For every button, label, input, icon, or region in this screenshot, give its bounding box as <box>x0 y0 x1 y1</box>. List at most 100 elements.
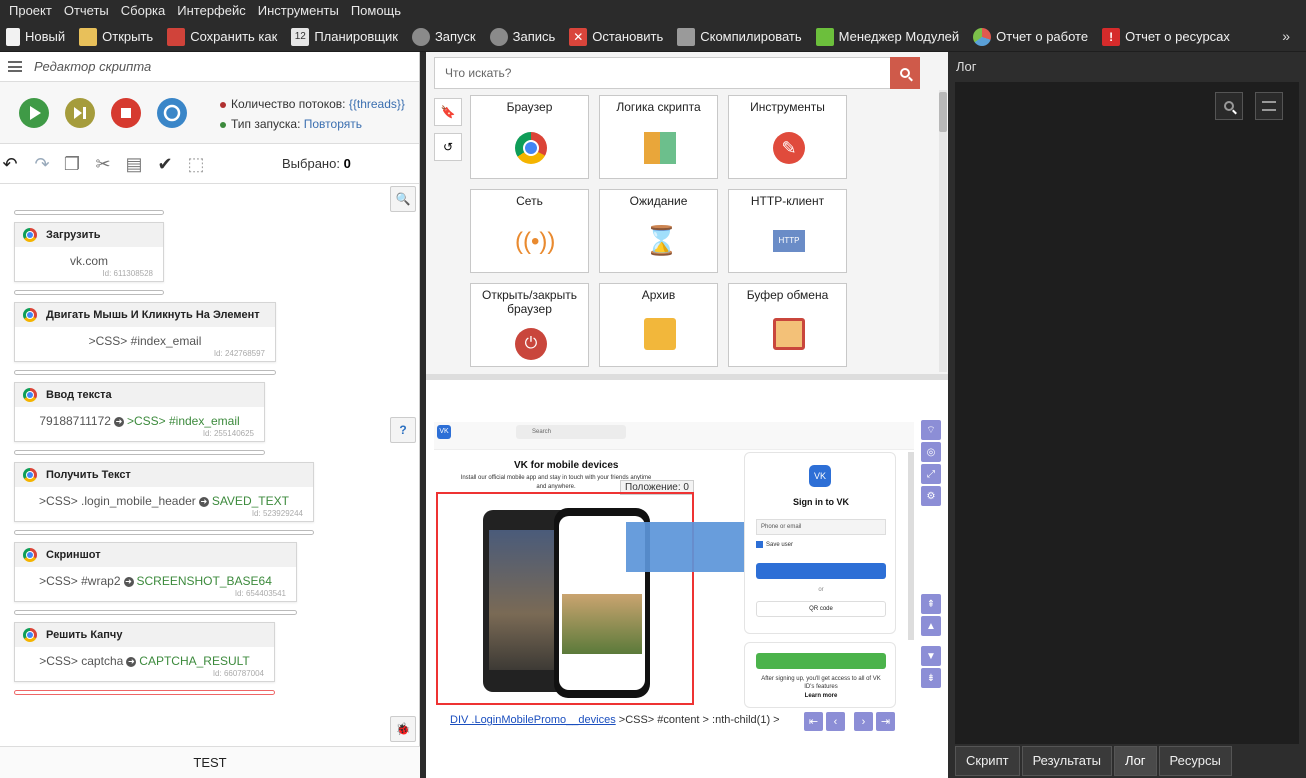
chrome-icon <box>23 548 37 562</box>
block-solve-captcha[interactable]: Решить Капчу >CSS> captcha ➜ CAPTCHA_RESUL… <box>14 622 275 682</box>
log-search-button[interactable] <box>1215 92 1243 120</box>
compile-button[interactable]: Скомпилировать <box>677 27 802 46</box>
card-clipboard[interactable]: Буфер обмена <box>728 283 847 367</box>
vk-search-input[interactable]: Search <box>516 425 626 439</box>
menu-help[interactable]: Помощь <box>345 0 407 22</box>
history-icon[interactable]: ↺ <box>434 133 462 161</box>
cut-icon[interactable]: ✂ <box>93 154 113 174</box>
menu-interface[interactable]: Интерфейс <box>171 0 251 22</box>
bug-icon[interactable]: 🐞 <box>390 716 416 742</box>
vk-header <box>434 422 914 450</box>
card-open-close-browser[interactable]: Открыть/закрыть браузер ⏻ <box>470 283 589 367</box>
card-tools[interactable]: Инструменты ✎ <box>728 95 847 179</box>
tab-script[interactable]: Скрипт <box>955 746 1020 776</box>
menu-reports[interactable]: Отчеты <box>58 0 115 22</box>
stop-icon[interactable] <box>111 98 141 128</box>
block-separator <box>14 610 297 615</box>
log-menu-button[interactable] <box>1255 92 1283 120</box>
new-button[interactable]: Новый <box>6 27 65 46</box>
block-type-text[interactable]: Ввод текста 79188711172 ➜ >CSS> #index_ema… <box>14 382 265 442</box>
tab-results[interactable]: Результаты <box>1021 746 1113 776</box>
log-output[interactable] <box>955 82 1299 744</box>
module-manager-button[interactable]: Менеджер Модулей <box>815 27 959 46</box>
card-browser[interactable]: Браузер <box>470 95 589 179</box>
paste-icon[interactable]: ▤ <box>124 154 144 174</box>
main-toolbar: Новый Открыть Сохранить как 12 Планировщи… <box>0 22 1306 52</box>
stop-button[interactable]: ✕ Остановить <box>569 27 663 46</box>
last-element-button[interactable]: ⇥ <box>876 712 895 731</box>
save-as-button[interactable]: Сохранить как <box>167 27 277 46</box>
open-button[interactable]: Открыть <box>79 27 153 46</box>
clipboard-icon <box>773 318 805 350</box>
run-controls: Количество потоков: {{threads}} Тип запу… <box>0 82 419 144</box>
play-icon[interactable] <box>19 98 49 128</box>
step-icon[interactable] <box>65 98 95 128</box>
settings-icon[interactable]: ⚙ <box>921 486 941 506</box>
redo-icon[interactable]: ↷ <box>32 154 52 174</box>
select-area-icon[interactable]: ⬚ <box>186 154 206 174</box>
run-button[interactable]: Запуск <box>411 27 476 46</box>
save-user-checkbox[interactable]: Save user <box>756 541 793 548</box>
bookmark-icon[interactable]: 🔖 <box>434 98 462 126</box>
scroll-top-icon[interactable]: ⇞ <box>921 594 941 614</box>
record-button[interactable]: Запись <box>489 27 555 46</box>
fullscreen-icon[interactable]: ⤢ <box>921 464 941 484</box>
block-move-click[interactable]: Двигать Мышь И Кликнуть На Элемент >CSS>… <box>14 302 276 362</box>
prev-element-button[interactable]: ‹ <box>826 712 845 731</box>
toolbar-more-button[interactable]: » <box>1282 28 1290 44</box>
card-wait[interactable]: Ожидание ⌛ <box>599 189 718 273</box>
learn-more-link[interactable]: Learn more <box>745 693 897 699</box>
help-icon[interactable]: ? <box>390 417 416 443</box>
catalog-scrollbar-thumb[interactable] <box>939 92 947 132</box>
menu-project[interactable]: Проект <box>3 0 58 22</box>
menu-build[interactable]: Сборка <box>115 0 172 22</box>
tab-resources[interactable]: Ресурсы <box>1158 746 1232 776</box>
first-element-button[interactable]: ⇤ <box>804 712 823 731</box>
resource-report-button[interactable]: ! Отчет о ресурсах <box>1102 27 1230 46</box>
viewport-scrollbar[interactable] <box>908 452 914 640</box>
chrome-icon <box>23 388 37 402</box>
element-path-link[interactable]: DIV .LoginMobilePromo__devices <box>450 714 616 726</box>
tab-log[interactable]: Лог <box>1114 746 1157 776</box>
launch-value[interactable]: Повторять <box>304 117 362 131</box>
puzzle-icon <box>644 132 676 164</box>
chrome-icon <box>23 468 37 482</box>
hamburger-icon[interactable] <box>8 61 22 72</box>
signin-button[interactable] <box>756 563 886 579</box>
block-separator <box>14 530 314 535</box>
block-get-text[interactable]: Получить Текст >CSS> .login_mobile_heade… <box>14 462 314 522</box>
scroll-up-icon[interactable]: ▲ <box>921 616 941 636</box>
next-element-button[interactable]: › <box>854 712 873 731</box>
catalog-scrollbar[interactable] <box>939 90 947 372</box>
phone-input[interactable]: Phone or email <box>756 519 886 535</box>
search-icon[interactable]: 🔍 <box>390 186 416 212</box>
block-screenshot[interactable]: Скриншот >CSS> #wrap2 ➜ SCREENSHOT_BASE64 … <box>14 542 297 602</box>
test-button[interactable]: TEST <box>0 746 420 778</box>
search-button[interactable] <box>890 57 920 89</box>
menu-tools[interactable]: Инструменты <box>252 0 345 22</box>
card-http-client[interactable]: HTTP-клиент HTTP <box>728 189 847 273</box>
scroll-bottom-icon[interactable]: ⇟ <box>921 668 941 688</box>
card-archive[interactable]: Архив <box>599 283 718 367</box>
card-script-logic[interactable]: Логика скрипта <box>599 95 718 179</box>
card-network[interactable]: Сеть ((•)) <box>470 189 589 273</box>
target-icon[interactable]: ◎ <box>921 442 941 462</box>
scheduler-button[interactable]: 12 Планировщик <box>291 27 398 46</box>
signup-button[interactable] <box>756 653 886 669</box>
work-report-button[interactable]: Отчет о работе <box>973 27 1088 46</box>
undo-icon[interactable]: ↶ <box>0 154 20 174</box>
copy-icon[interactable]: ❐ <box>62 154 82 174</box>
scroll-down-icon[interactable]: ▼ <box>921 646 941 666</box>
open-folder-icon <box>79 27 98 46</box>
wifi-icon[interactable]: ⌔ <box>921 420 941 440</box>
block-load[interactable]: Загрузить vk.com Id: 611308528 <box>14 222 164 282</box>
signin-card: VK Sign in to VK Phone or email Save use… <box>744 452 896 634</box>
threads-value[interactable]: {{threads}} <box>349 97 405 111</box>
qr-code-button[interactable]: QR code <box>756 601 886 617</box>
block-separator <box>14 210 164 215</box>
catalog-search-input[interactable]: Что искать? <box>434 57 919 89</box>
restart-icon[interactable] <box>157 98 187 128</box>
vk-logo-icon[interactable]: VK <box>437 425 451 439</box>
edit-toolbar: ↶ ↷ ❐ ✂ ▤ ✔ ⬚ Выбрано: 0 <box>0 144 419 184</box>
check-all-icon[interactable]: ✔ <box>155 154 175 174</box>
